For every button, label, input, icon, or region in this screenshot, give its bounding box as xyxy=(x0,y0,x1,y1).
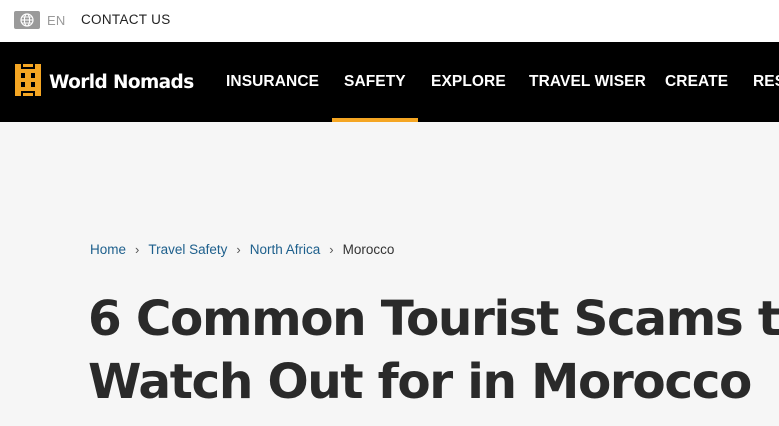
brand-name: World Nomads xyxy=(49,71,194,93)
nav-item-insurance[interactable]: INSURANCE xyxy=(226,42,319,122)
brand-logo-link[interactable]: World Nomads xyxy=(15,63,194,101)
page-title-line-1: 6 Common Tourist Scams to xyxy=(88,291,779,347)
nav-item-resources[interactable]: RES xyxy=(753,42,779,122)
breadcrumb-current: Morocco xyxy=(342,242,395,257)
breadcrumb: Home › Travel Safety › North Africa › Mo… xyxy=(90,242,394,257)
language-selector[interactable]: EN xyxy=(14,10,65,30)
breadcrumb-travel-safety[interactable]: Travel Safety xyxy=(148,242,227,257)
chevron-right-icon: › xyxy=(135,242,140,257)
main-navigation: World Nomads INSURANCE SAFETY EXPLORE TR… xyxy=(0,42,779,122)
nav-item-safety[interactable]: SAFETY xyxy=(332,42,418,122)
page-title-line-2: Watch Out for in Morocco xyxy=(88,354,752,410)
breadcrumb-north-africa[interactable]: North Africa xyxy=(250,242,321,257)
chevron-right-icon: › xyxy=(329,242,334,257)
nav-item-travel-wiser[interactable]: TRAVEL WISER xyxy=(529,42,646,122)
utility-bar: EN CONTACT US xyxy=(0,0,779,42)
nav-item-explore[interactable]: EXPLORE xyxy=(431,42,506,122)
world-nomads-logo-icon xyxy=(15,63,41,101)
chevron-right-icon: › xyxy=(236,242,241,257)
breadcrumb-home[interactable]: Home xyxy=(90,242,126,257)
globe-icon xyxy=(14,11,40,29)
contact-us-link[interactable]: CONTACT US xyxy=(81,12,171,27)
language-code: EN xyxy=(47,12,66,28)
page-title: 6 Common Tourist Scams to Watch Out for … xyxy=(88,288,779,414)
nav-item-create[interactable]: CREATE xyxy=(665,42,728,122)
